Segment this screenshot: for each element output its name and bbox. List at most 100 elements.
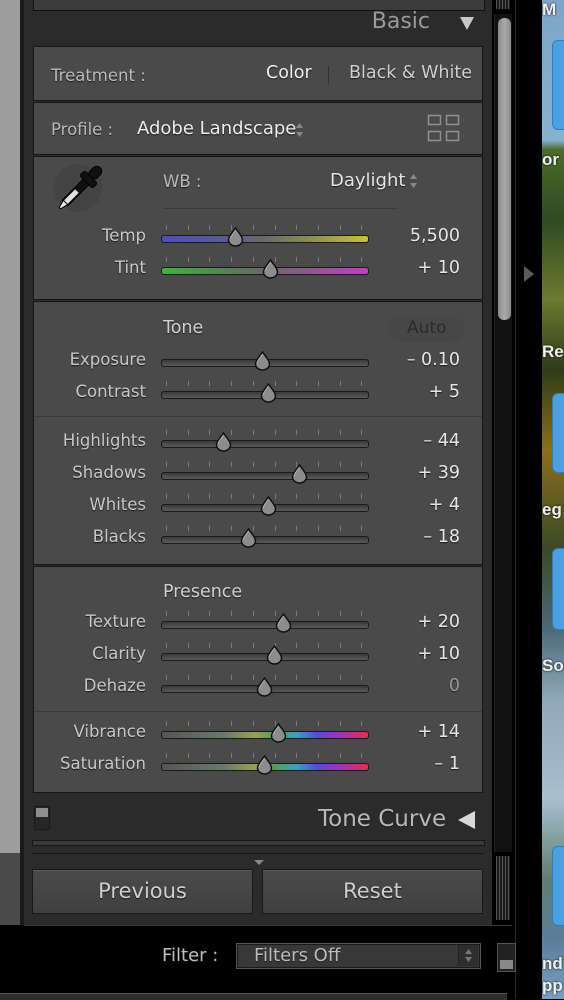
temp-slider-thumb[interactable] xyxy=(227,227,244,247)
tick-mark xyxy=(317,462,319,467)
highlights-slider[interactable] xyxy=(161,440,369,448)
left-panel-edge xyxy=(0,0,20,853)
panel-gutter xyxy=(512,0,542,999)
texture-slider-thumb[interactable] xyxy=(275,613,292,633)
tick-mark xyxy=(166,225,167,230)
tick-mark xyxy=(317,257,319,262)
wb-separator xyxy=(163,208,398,209)
tick-mark xyxy=(187,430,189,435)
clarity-slider[interactable] xyxy=(161,653,369,661)
tick-mark xyxy=(361,430,363,435)
triangle-down-icon[interactable] xyxy=(460,17,474,30)
filmstrip-label: or xyxy=(542,150,559,169)
thumbnail-tile[interactable] xyxy=(552,548,564,630)
filter-dropdown-value[interactable]: Filters Off xyxy=(254,945,340,966)
contrast-slider-thumb[interactable] xyxy=(260,383,277,403)
basic-panel-title[interactable]: Basic xyxy=(372,9,430,34)
temp-label: Temp xyxy=(102,226,146,245)
gutter-line xyxy=(515,0,516,999)
treatment-color-option[interactable]: Color xyxy=(266,63,312,83)
temp-slider[interactable] xyxy=(161,235,369,243)
dehaze-value[interactable]: 0 xyxy=(449,676,460,696)
tick-mark xyxy=(361,494,363,499)
tick-mark xyxy=(296,753,298,758)
triangle-left-icon[interactable] xyxy=(458,811,475,829)
tick-mark xyxy=(231,643,233,648)
clarity-slider-thumb[interactable] xyxy=(266,645,283,665)
exposure-slider-thumb[interactable] xyxy=(254,351,271,371)
exposure-value[interactable]: – 0.10 xyxy=(407,350,460,370)
tick-mark xyxy=(187,643,189,648)
tick-mark xyxy=(317,643,319,648)
shadows-slider-thumb[interactable] xyxy=(291,464,308,484)
blacks-slider-thumb[interactable] xyxy=(240,528,257,548)
vibrance-slider-thumb[interactable] xyxy=(270,723,287,743)
tick-mark xyxy=(317,611,319,616)
temp-value[interactable]: 5,500 xyxy=(410,226,460,246)
treatment-bw-option[interactable]: Black & White xyxy=(349,63,472,83)
saturation-slider-thumb[interactable] xyxy=(256,755,273,775)
thumbnail-tile[interactable] xyxy=(552,846,564,926)
tick-mark xyxy=(361,462,363,467)
tick-mark xyxy=(296,494,298,499)
tone-heading: Tone xyxy=(163,318,204,338)
contrast-value[interactable]: + 5 xyxy=(429,382,460,402)
highlights-label: Highlights xyxy=(62,431,146,450)
thumbnail-tile[interactable] xyxy=(552,393,564,473)
thumbnail-tile[interactable] xyxy=(552,40,564,130)
triangle-right-icon[interactable] xyxy=(524,266,534,282)
clarity-value[interactable]: + 10 xyxy=(418,644,461,664)
tick-mark xyxy=(339,225,341,230)
whites-slider-thumb[interactable] xyxy=(260,496,277,516)
filmstrip-toggle-switch[interactable] xyxy=(497,943,516,972)
tick-mark xyxy=(317,675,319,680)
contrast-label: Contrast xyxy=(75,382,146,401)
highlights-slider-thumb[interactable] xyxy=(215,432,232,452)
vibrance-slider[interactable] xyxy=(161,731,369,739)
tick-mark xyxy=(252,643,254,648)
shadows-slider[interactable] xyxy=(161,472,369,480)
wb-dropdown[interactable]: Daylight xyxy=(330,170,405,191)
tint-value[interactable]: + 10 xyxy=(418,258,461,278)
profile-dropdown[interactable]: Adobe Landscape xyxy=(137,118,296,139)
up-down-arrows-icon[interactable] xyxy=(409,173,418,193)
tick-mark xyxy=(361,611,363,616)
previous-button[interactable]: Previous xyxy=(32,869,253,914)
tick-mark xyxy=(209,225,211,230)
toggle-knob xyxy=(500,960,513,969)
tick-mark xyxy=(317,225,319,230)
tint-slider-thumb[interactable] xyxy=(262,259,279,279)
whites-value[interactable]: + 4 xyxy=(429,495,460,515)
auto-tone-label[interactable]: Auto xyxy=(407,318,446,338)
tick-mark xyxy=(209,494,211,499)
up-down-arrows-icon[interactable] xyxy=(295,122,304,142)
blacks-value[interactable]: – 18 xyxy=(423,527,460,547)
tone-curve-panel-title[interactable]: Tone Curve xyxy=(318,806,446,832)
scrollbar-thumb[interactable] xyxy=(498,18,511,320)
vibrance-ticks xyxy=(166,721,363,727)
saturation-value[interactable]: – 1 xyxy=(435,754,460,774)
vibrance-value[interactable]: + 14 xyxy=(418,722,461,742)
tick-mark xyxy=(296,611,298,616)
panel-toggle-switch[interactable] xyxy=(34,806,50,830)
tick-mark xyxy=(339,675,341,680)
panel-bottom-line xyxy=(24,925,514,926)
shadows-value[interactable]: + 39 xyxy=(418,463,461,483)
resize-grip[interactable] xyxy=(496,856,510,920)
grid-icon[interactable] xyxy=(427,113,461,147)
tick-mark xyxy=(317,721,319,726)
reset-button[interactable]: Reset xyxy=(262,869,483,914)
texture-ticks xyxy=(166,611,363,617)
filmstrip-label: M xyxy=(542,0,557,19)
eyedropper-icon[interactable] xyxy=(52,162,106,220)
texture-slider[interactable] xyxy=(161,621,369,629)
tick-mark xyxy=(209,381,211,386)
dehaze-slider-thumb[interactable] xyxy=(256,677,273,697)
tick-mark xyxy=(361,381,363,386)
tick-mark xyxy=(187,675,189,680)
highlights-value[interactable]: – 44 xyxy=(423,431,460,451)
texture-value[interactable]: + 20 xyxy=(418,612,461,632)
blacks-slider[interactable] xyxy=(161,536,369,544)
panel-end-line xyxy=(32,853,484,854)
up-down-arrows-icon[interactable] xyxy=(458,945,478,966)
